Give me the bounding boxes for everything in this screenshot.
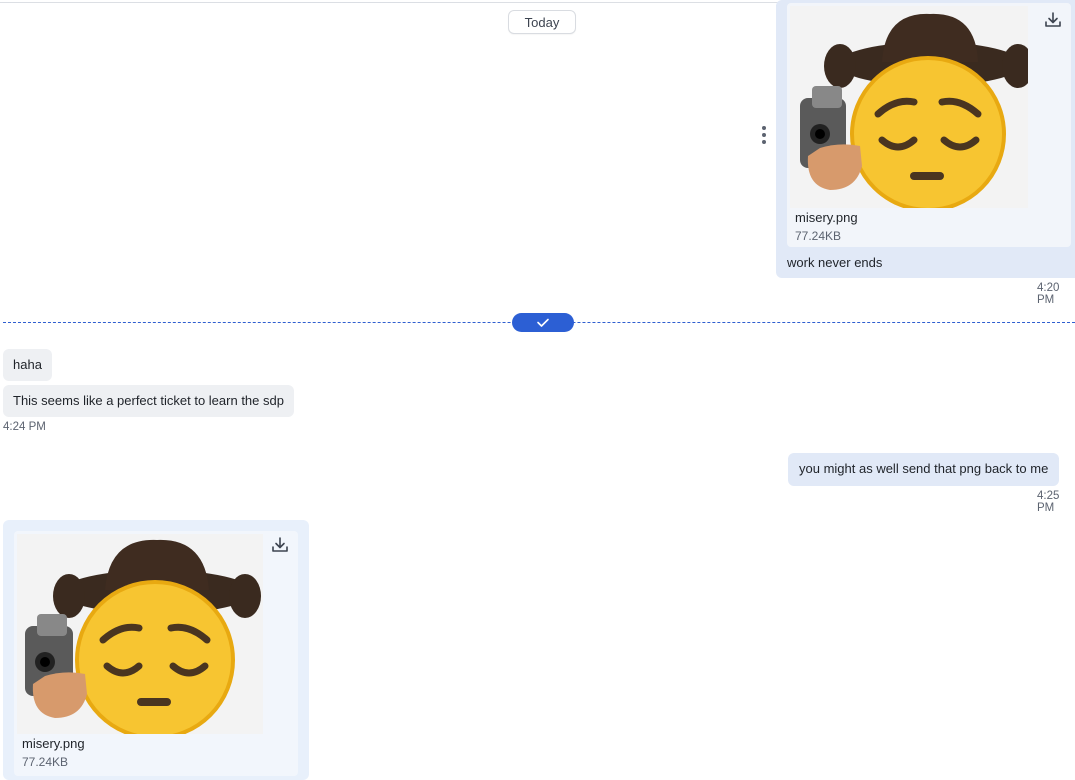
sad-cowboy-emoji-image [790, 6, 1034, 212]
attachment-file-size: 77.24KB [22, 755, 69, 769]
attachment-file-name: misery.png [22, 736, 85, 751]
download-glyph [272, 537, 288, 552]
download-icon[interactable] [270, 535, 290, 555]
incoming-message[interactable]: haha [3, 349, 52, 381]
image-preview[interactable] [790, 6, 1034, 212]
more-vertical-icon[interactable] [758, 124, 770, 148]
date-separator: Today [508, 10, 576, 34]
message-time: 4:20 PM [1037, 282, 1060, 306]
attachment-file-size: 77.24KB [795, 229, 842, 243]
outgoing-message[interactable]: you might as well send that png back to … [788, 453, 1060, 486]
incoming-message[interactable]: This seems like a perfect ticket to lear… [3, 385, 294, 417]
download-glyph [1045, 12, 1061, 27]
check-icon [537, 318, 549, 327]
message-time: 4:24 PM [3, 421, 46, 433]
message-time: 4:25 PM [1037, 490, 1060, 514]
download-icon[interactable] [1043, 10, 1063, 30]
image-preview[interactable] [17, 534, 263, 740]
attachment-caption: work never ends [787, 255, 883, 270]
sad-cowboy-emoji-image [17, 534, 263, 740]
read-indicator [512, 313, 574, 332]
attachment-file-name: misery.png [795, 210, 858, 225]
